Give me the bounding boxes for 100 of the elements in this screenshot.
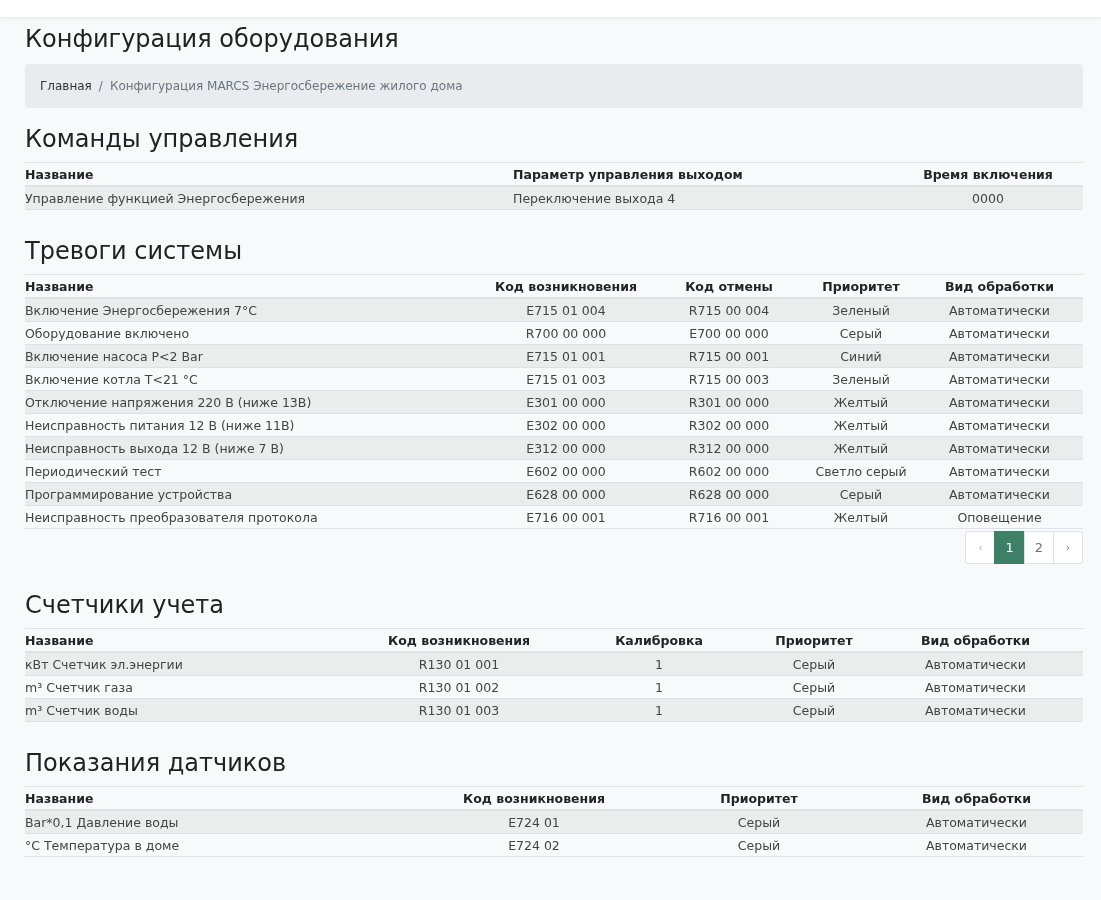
page-button[interactable]: 1	[994, 531, 1025, 564]
table-cell-text: R700 00 000	[524, 325, 608, 341]
column-header: Калибровка	[614, 632, 704, 648]
table-cell-text: E715 01 003	[525, 371, 607, 387]
column-header: Название	[25, 278, 95, 294]
table-cell-text: Автоматически	[925, 814, 1028, 830]
table-cell-text: Bar*0,1 Давление воды	[25, 814, 180, 830]
column-header: Вид обработки	[943, 278, 1056, 294]
table-cell-text: Серый	[736, 814, 782, 830]
breadcrumb-current: Конфигурация MARCS Энергосбережение жилого дома	[109, 79, 463, 93]
table-cell-text: R312 00 000	[687, 440, 771, 456]
table-cell-text: E700 00 000	[688, 325, 770, 341]
table-cell-text: 1	[654, 702, 664, 718]
table-cell-text: Неисправность питания 12 В (ниже 11В)	[25, 417, 296, 433]
table-cell-text: E628 00 000	[525, 486, 607, 502]
table-cell-text: R602 00 000	[687, 463, 771, 479]
table-cell-text: R130 01 002	[417, 679, 501, 695]
table-cell-text: Автоматически	[948, 302, 1051, 318]
table-cell-text: 0000	[971, 190, 1005, 206]
table-cell-text: R715 00 001	[687, 348, 771, 364]
column-header: Код отмены	[684, 278, 774, 294]
table-cell-text: Программирование устройства	[25, 486, 234, 502]
table-cell-text: Серый	[791, 679, 837, 695]
table-cell-text: m³ Счетчик воды	[25, 702, 139, 718]
table-cell-text: Неисправность выхода 12 В (ниже 7 В)	[25, 440, 285, 456]
section-title: Команды управления	[25, 124, 300, 154]
page-title: Конфигурация оборудования	[25, 24, 400, 54]
table-cell-text: Автоматически	[948, 371, 1051, 387]
table-cell-text: Неисправность преобразователя протокола	[25, 509, 319, 525]
table-cell-text: Автоматически	[924, 656, 1027, 672]
next-page-button[interactable]: ›	[1053, 531, 1083, 564]
column-header: Код возникновения	[462, 790, 606, 806]
section-title: Тревоги системы	[25, 236, 244, 266]
column-header: Вид обработки	[919, 632, 1032, 648]
table-cell-text: Желтый	[832, 440, 890, 456]
table-cell-text: Включение котла T<21 °C	[25, 371, 199, 387]
table-cell-text: Желтый	[832, 394, 890, 410]
table-cell-text: E602 00 000	[525, 463, 607, 479]
table-cell-text: Периодический тест	[25, 463, 163, 479]
column-header: Приоритет	[774, 632, 854, 648]
table-cell-text: Желтый	[832, 417, 890, 433]
table-cell-text: Автоматически	[948, 394, 1051, 410]
table-cell-text: m³ Счетчик газа	[25, 679, 134, 695]
table-cell-text: R716 00 001	[687, 509, 771, 525]
table-cell-text: Оповещение	[956, 509, 1043, 525]
section-title: Счетчики учета	[25, 590, 226, 620]
table-cell-text: R302 00 000	[687, 417, 771, 433]
breadcrumb-link[interactable]: Главная	[40, 79, 92, 93]
table-cell-text: Серый	[736, 837, 782, 853]
breadcrumb-separator: /	[98, 79, 103, 93]
column-header: Вид обработки	[920, 790, 1033, 806]
table-cell-text: Автоматически	[948, 348, 1051, 364]
table-cell-text: Серый	[791, 702, 837, 718]
table-cell-text: Желтый	[832, 509, 890, 525]
table-cell-text: E301 00 000	[525, 394, 607, 410]
table-cell-text: Серый	[838, 325, 884, 341]
column-header: Приоритет	[821, 278, 901, 294]
table-cell-text: Автоматически	[948, 325, 1051, 341]
table-cell-text: Отключение напряжения 220 В (ниже 13В)	[25, 394, 313, 410]
column-header: Код возникновения	[494, 278, 638, 294]
table-cell-text: Автоматически	[948, 440, 1051, 456]
table-cell-text: E312 00 000	[525, 440, 607, 456]
table-cell-text: Автоматически	[948, 463, 1051, 479]
table-cell-text: E724 01	[507, 814, 561, 830]
table-cell-text: Зеленый	[831, 302, 891, 318]
table-cell-text: Светло серый	[814, 463, 908, 479]
table-cell-text: Синий	[839, 348, 883, 364]
table-cell-text: Включение насоса P<2 Bar	[25, 348, 204, 364]
table-cell-text: R715 00 004	[687, 302, 771, 318]
table-cell-text: E302 00 000	[525, 417, 607, 433]
table-cell-text: Серый	[838, 486, 884, 502]
table-cell-text: Автоматически	[924, 702, 1027, 718]
table-cell-text: R130 01 003	[417, 702, 501, 718]
table-cell-text: R715 00 003	[687, 371, 771, 387]
table-cell-text: Автоматически	[924, 679, 1027, 695]
column-header: Время включения	[922, 166, 1054, 182]
table-cell-text: R301 00 000	[687, 394, 771, 410]
table-cell-text: 1	[654, 679, 664, 695]
column-header: Код возникновения	[387, 632, 531, 648]
table-cell-text: Оборудование включено	[25, 325, 191, 341]
table-cell-text: Автоматически	[948, 486, 1051, 502]
column-header: Параметр управления выходом	[513, 166, 744, 182]
table-cell-text: Автоматически	[925, 837, 1028, 853]
column-header: Название	[25, 632, 95, 648]
table-cell-text: Серый	[791, 656, 837, 672]
table-cell-text: Переключение выхода 4	[513, 190, 677, 206]
table-cell-text: °C Температура в доме	[25, 837, 181, 853]
table-cell-text: Включение Энергосбережения 7°C	[25, 302, 258, 318]
table-cell-text: E716 00 001	[525, 509, 607, 525]
table-cell-text: Зеленый	[831, 371, 891, 387]
column-header: Название	[25, 790, 95, 806]
table-cell-text: E715 01 001	[525, 348, 607, 364]
section-title: Показания датчиков	[25, 748, 288, 778]
table-cell-text: R130 01 001	[417, 656, 501, 672]
table-cell-text: R628 00 000	[687, 486, 771, 502]
table-cell-text: кВт Счетчик эл.энергии	[25, 656, 184, 672]
table-cell-text: Управление функцией Энергосбережения	[25, 190, 307, 206]
column-header: Приоритет	[719, 790, 799, 806]
table-cell-text: E715 01 004	[525, 302, 607, 318]
table-cell-text: Автоматически	[948, 417, 1051, 433]
